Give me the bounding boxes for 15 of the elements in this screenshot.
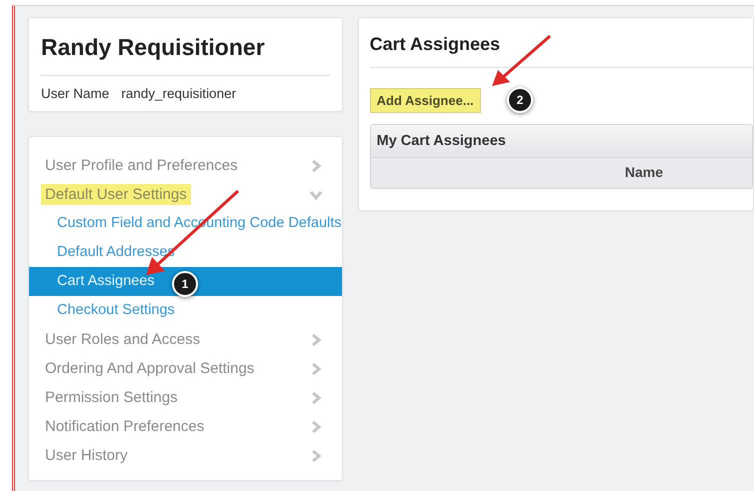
menu-item[interactable]: User Roles and Access xyxy=(41,329,204,350)
column-header[interactable]: Name xyxy=(624,164,663,180)
field-value: randy_requisitioner xyxy=(121,86,236,101)
table-title: My Cart Assignees xyxy=(370,125,752,157)
menu-item[interactable]: User History xyxy=(41,445,132,466)
field-label: User Name xyxy=(41,86,110,101)
menu-item[interactable]: Notification Preferences xyxy=(41,416,208,437)
menu-item[interactable]: Ordering And Approval Settings xyxy=(41,358,258,379)
panel-title: Cart Assignees xyxy=(370,34,753,68)
submenu-item[interactable]: Checkout Settings xyxy=(29,296,342,325)
menu-item[interactable]: Default User Settings xyxy=(41,184,191,205)
add-assignee-button[interactable]: Add Assignee... xyxy=(370,88,481,113)
user-full-name: Randy Requisitioner xyxy=(41,34,330,76)
menu-item[interactable]: Permission Settings xyxy=(41,387,182,408)
menu-item[interactable]: User Profile and Preferences xyxy=(41,155,242,176)
